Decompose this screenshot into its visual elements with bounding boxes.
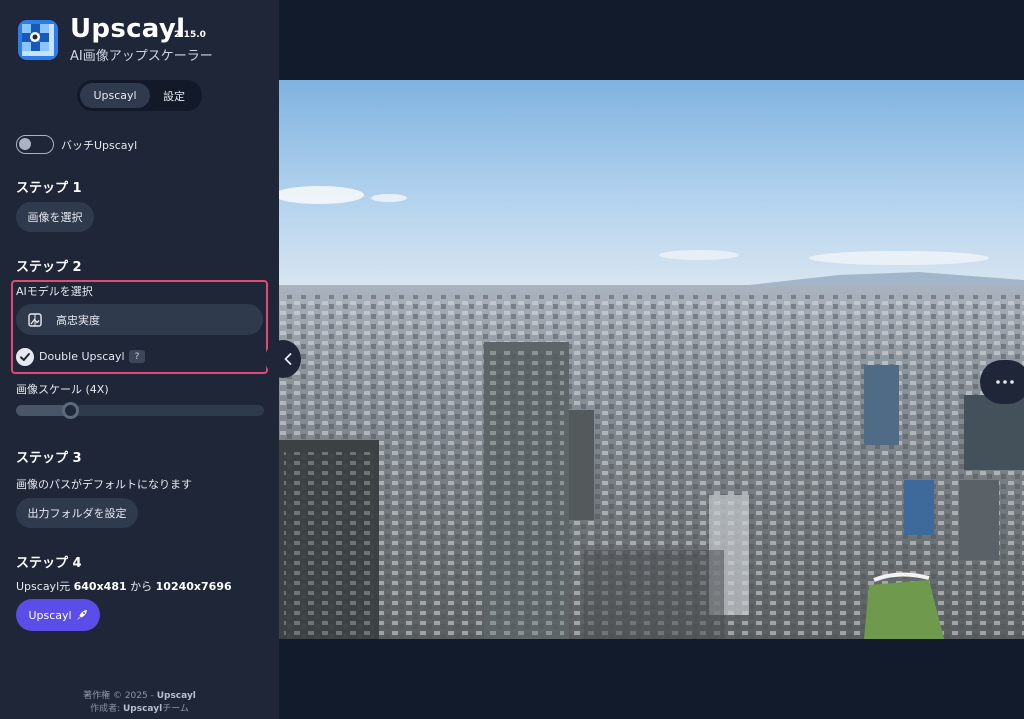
- model-select-value: 高忠実度: [56, 313, 100, 327]
- footer-line2-brand: Upscayl: [122, 704, 163, 714]
- footer-copyright: 著作権 © 2025 - Upscayl: [0, 688, 279, 701]
- slider-thumb[interactable]: [62, 402, 79, 419]
- select-image-button[interactable]: 画像を選択: [16, 202, 94, 232]
- step3-description: 画像のパスがデフォルトになります: [16, 478, 192, 491]
- checkmark-icon: [20, 353, 30, 361]
- batch-upscayl-toggle[interactable]: [16, 135, 54, 154]
- model-select-label: AIモデルを選択: [16, 285, 93, 298]
- tab-settings[interactable]: 設定: [150, 83, 198, 108]
- resolution-from: 640x481: [73, 580, 127, 593]
- image-scale-slider[interactable]: [16, 402, 264, 419]
- resolution-to: 10240x7696: [155, 580, 232, 593]
- double-upscayl-label: Double Upscayl: [39, 350, 125, 363]
- double-upscayl-checkbox[interactable]: [16, 348, 34, 366]
- tab-bar: Upscayl 設定: [77, 80, 202, 111]
- step1-title: ステップ 1: [16, 181, 82, 196]
- step2-title: ステップ 2: [16, 260, 82, 275]
- resolution-info: Upscayl元 640x481 から 10240x7696: [16, 578, 232, 594]
- preview-image: [279, 80, 1024, 639]
- footer-line2-suffix: チーム: [162, 704, 189, 714]
- upscayl-button-label: Upscayl: [28, 608, 72, 622]
- footer-line1-prefix: 著作権 © 2025 -: [83, 691, 157, 701]
- footer-credits: 作成者: Upscaylチーム: [0, 701, 279, 714]
- resolution-middle: から: [126, 580, 156, 593]
- rocket-icon: [76, 610, 87, 620]
- more-options-button[interactable]: [980, 360, 1024, 404]
- upscayl-logo-icon: [18, 20, 58, 60]
- footer-line2-prefix: 作成者:: [90, 704, 123, 714]
- resolution-prefix: Upscayl元: [16, 580, 74, 593]
- preview-area: [279, 0, 1024, 719]
- app-title: Upscayl: [70, 14, 186, 44]
- app-version: 2.15.0: [174, 30, 206, 40]
- step3-title: ステップ 3: [16, 451, 82, 466]
- footer-line1-brand: Upscayl: [156, 691, 196, 701]
- model-select[interactable]: 高忠実度: [16, 304, 263, 335]
- sidebar: Upscayl 2.15.0 AI画像アップスケーラー Upscayl 設定 バ…: [0, 0, 279, 719]
- help-badge[interactable]: ?: [129, 350, 145, 363]
- toggle-knob: [19, 138, 31, 150]
- app-subtitle: AI画像アップスケーラー: [70, 49, 213, 64]
- upscayl-button[interactable]: Upscayl: [16, 599, 100, 631]
- chevron-left-icon: [284, 353, 292, 365]
- model-image-icon: [28, 312, 42, 327]
- step4-title: ステップ 4: [16, 556, 82, 571]
- collapse-sidebar-button[interactable]: [265, 340, 301, 378]
- ellipsis-icon: [996, 380, 1014, 384]
- tab-upscayl[interactable]: Upscayl: [80, 83, 150, 108]
- image-scale-label: 画像スケール (4X): [16, 383, 109, 396]
- set-output-folder-button[interactable]: 出力フォルダを設定: [16, 498, 138, 528]
- batch-upscayl-label: バッチUpscayl: [61, 139, 138, 152]
